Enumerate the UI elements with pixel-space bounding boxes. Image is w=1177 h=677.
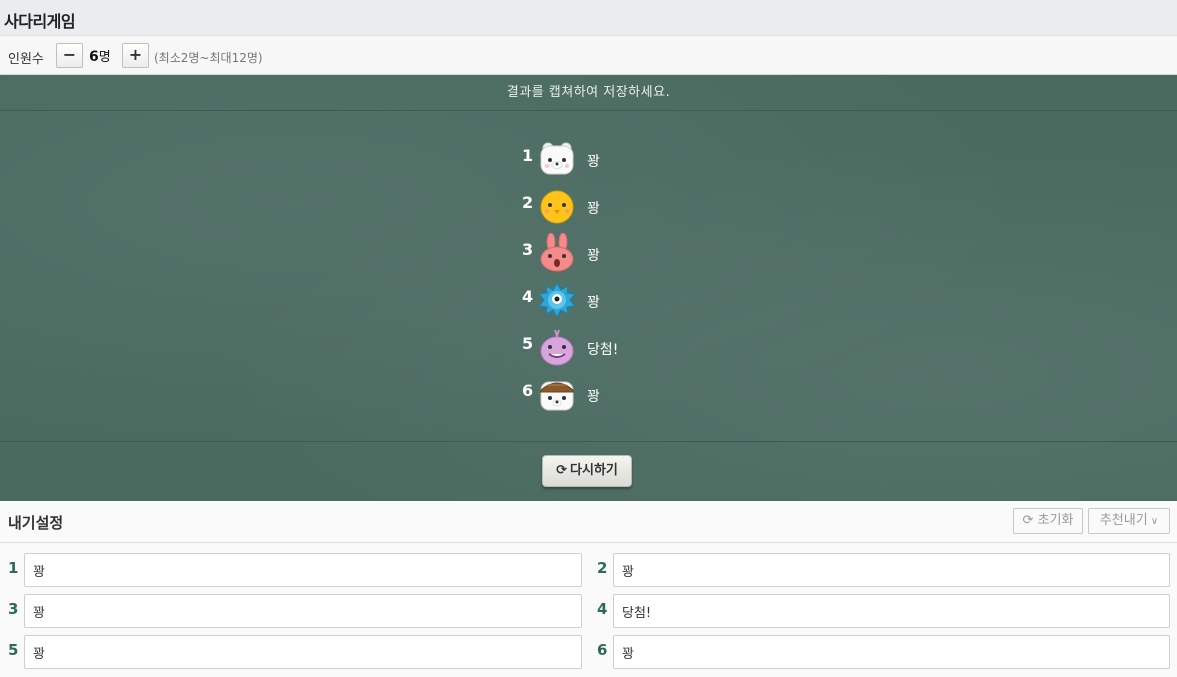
increase-count-button[interactable]: + bbox=[122, 43, 149, 68]
acorn-hat-bear-icon bbox=[540, 381, 574, 411]
page-title: 사다리게임 bbox=[4, 12, 76, 31]
bet-row: 3 bbox=[8, 594, 582, 628]
bet-row: 4 bbox=[597, 594, 1170, 628]
purple-whale-icon bbox=[540, 329, 574, 366]
result-number: 3 bbox=[522, 240, 534, 259]
pink-rabbit-icon bbox=[540, 233, 574, 272]
chevron-down-icon: ∨ bbox=[1147, 516, 1159, 527]
count-number: 6 bbox=[89, 49, 99, 65]
bet-row: 2 bbox=[597, 553, 1170, 587]
title-bar: 사다리게임 bbox=[0, 0, 1177, 36]
white-bear-icon bbox=[540, 142, 574, 175]
result-number: 2 bbox=[522, 193, 534, 212]
result-row: 4 꽝 bbox=[515, 280, 715, 320]
bet-number: 1 bbox=[8, 559, 19, 577]
reset-label: 초기화 bbox=[1037, 513, 1074, 528]
yellow-chick-icon bbox=[540, 190, 574, 224]
bet-row: 6 bbox=[597, 635, 1170, 669]
retry-label: 다시하기 bbox=[570, 463, 618, 478]
bet-number: 6 bbox=[597, 641, 608, 659]
bet-number: 3 bbox=[8, 600, 19, 618]
board-divider bbox=[0, 441, 1177, 442]
result-number: 5 bbox=[522, 334, 534, 353]
settings-header: 내기설정 ⟳ 초기화 추천내기 ∨ bbox=[0, 501, 1177, 543]
count-unit: 명 bbox=[98, 50, 111, 65]
result-number: 1 bbox=[522, 146, 534, 165]
result-row: 2 꽝 bbox=[515, 186, 715, 226]
bet-input[interactable] bbox=[613, 635, 1170, 669]
retry-button[interactable]: ⟳ 다시하기 bbox=[542, 455, 632, 487]
bet-number: 4 bbox=[597, 600, 608, 618]
participant-count-label: 인원수 bbox=[8, 52, 44, 67]
recommend-label: 추천내기 bbox=[1099, 513, 1148, 528]
result-text: 꽝 bbox=[587, 248, 600, 264]
bet-number: 2 bbox=[597, 559, 608, 577]
bet-input[interactable] bbox=[24, 594, 582, 628]
result-row: 1 꽝 bbox=[515, 139, 715, 179]
result-text: 꽝 bbox=[587, 154, 600, 170]
result-number: 4 bbox=[522, 287, 534, 306]
participant-count-bar: 인원수 − 6명 + (최소2명~최대12명) bbox=[0, 36, 1177, 75]
decrease-count-button[interactable]: − bbox=[56, 43, 83, 68]
result-row: 6 꽝 bbox=[515, 374, 715, 414]
recommend-bet-button[interactable]: 추천내기 ∨ bbox=[1088, 508, 1170, 534]
blue-hedgehog-icon bbox=[538, 281, 576, 319]
result-text: 당첨! bbox=[587, 342, 619, 358]
capture-notice: 결과를 캡쳐하여 저장하세요. bbox=[0, 75, 1177, 111]
count-range-hint: (최소2명~최대12명) bbox=[154, 51, 263, 65]
bet-number: 5 bbox=[8, 641, 19, 659]
bet-input[interactable] bbox=[24, 553, 582, 587]
bet-row: 5 bbox=[8, 635, 582, 669]
bet-input[interactable] bbox=[613, 553, 1170, 587]
result-board: 결과를 캡쳐하여 저장하세요. 1 꽝 2 꽝 3 꽝 4 꽝 5 당첨! 6 … bbox=[0, 75, 1177, 501]
participant-count-value: 6명 bbox=[89, 46, 111, 65]
bet-row: 1 bbox=[8, 553, 582, 587]
result-text: 꽝 bbox=[587, 201, 600, 217]
reset-button[interactable]: ⟳ 초기화 bbox=[1013, 508, 1083, 534]
settings-title: 내기설정 bbox=[8, 514, 64, 532]
bet-input[interactable] bbox=[24, 635, 582, 669]
result-row: 3 꽝 bbox=[515, 233, 715, 273]
result-text: 꽝 bbox=[587, 295, 600, 311]
bet-settings-panel: 내기설정 ⟳ 초기화 추천내기 ∨ 1 2 3 4 5 6 bbox=[0, 501, 1177, 677]
refresh-icon: ⟳ bbox=[556, 463, 568, 478]
bet-input[interactable] bbox=[613, 594, 1170, 628]
result-row: 5 당첨! bbox=[515, 327, 715, 367]
refresh-icon: ⟳ bbox=[1022, 513, 1034, 528]
result-number: 6 bbox=[522, 381, 534, 400]
result-text: 꽝 bbox=[587, 389, 600, 405]
